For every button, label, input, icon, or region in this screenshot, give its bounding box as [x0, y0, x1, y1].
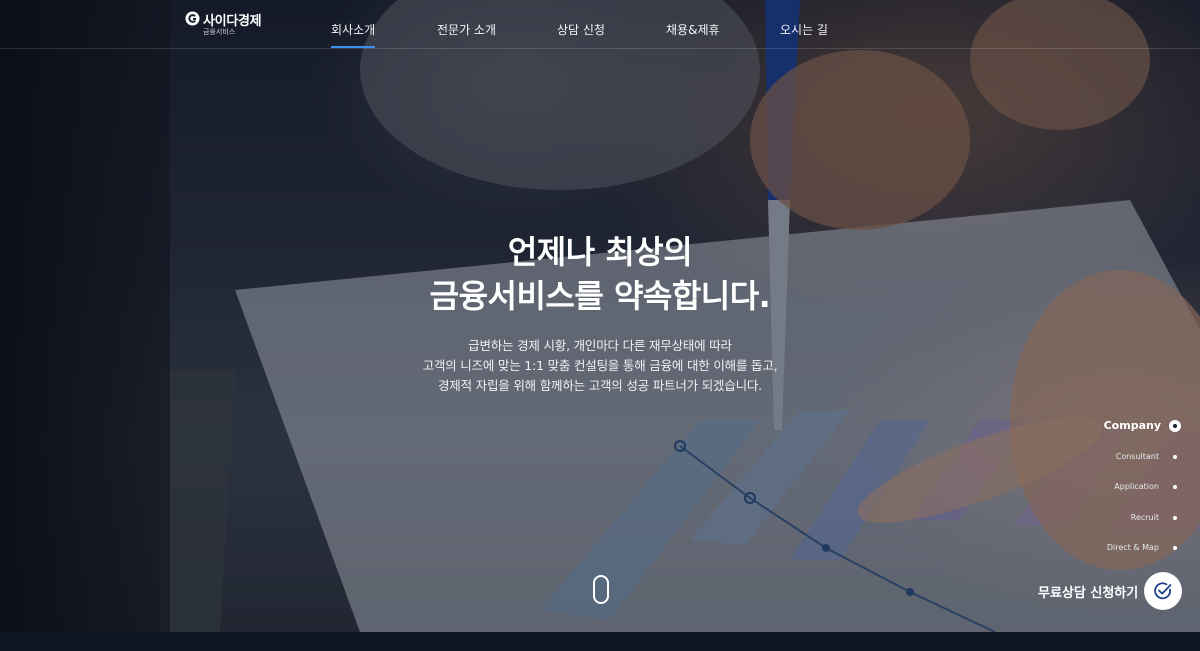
side-nav-item-company[interactable]: Company — [1104, 419, 1181, 432]
side-nav-label: Recruit — [1130, 513, 1159, 522]
footer-band — [0, 632, 1200, 651]
hero-headline-line-1: 언제나 최상의 — [507, 233, 693, 271]
hero-description-line-1: 급변하는 경제 시황, 개인마다 다른 재무상태에 따라 — [468, 338, 732, 353]
brand-subtitle: 금융서비스 — [203, 28, 236, 36]
nav-item-consultation[interactable]: 상담 신청 — [557, 0, 605, 48]
side-nav-item-direct-map[interactable]: Direct & Map — [1107, 543, 1177, 552]
nav-item-directions[interactable]: 오시는 길 — [780, 0, 828, 48]
hero-headline-line-2: 금융서비스를 약속합니다. — [429, 277, 771, 315]
active-dot-icon — [1169, 419, 1181, 432]
hero-section: 언제나 최상의 금융서비스를 약속합니다. 급변하는 경제 시황, 개인마다 다… — [0, 0, 1200, 632]
side-nav-label: Direct & Map — [1106, 543, 1159, 552]
nav-item-experts[interactable]: 전문가 소개 — [437, 0, 496, 48]
side-nav-item-application[interactable]: Application — [1114, 482, 1177, 491]
free-consultation-link[interactable]: 무료상담 신청하기 — [1038, 582, 1138, 601]
hero-description-line-2: 고객의 니즈에 맞는 1:1 맞춤 컨설팅을 통해 금융에 대한 이해를 돕고, — [422, 358, 778, 373]
dot-icon — [1173, 545, 1177, 550]
dot-icon — [1173, 484, 1177, 489]
side-nav-label: Application — [1114, 482, 1159, 491]
side-nav-label: Company — [1103, 419, 1161, 432]
nav-item-company[interactable]: 회사소개 — [331, 0, 376, 48]
side-nav-item-consultant[interactable]: Consultant — [1116, 452, 1177, 461]
hero-description-line-3: 경제적 자립을 위해 함께하는 고객의 성공 파트너가 되겠습니다. — [438, 378, 762, 393]
dot-icon — [1173, 454, 1177, 459]
logo-mark-icon — [185, 11, 200, 26]
free-consultation-button[interactable] — [1144, 572, 1182, 610]
side-nav-item-recruit[interactable]: Recruit — [1131, 513, 1177, 522]
site-header: 사이다경제 금융서비스 회사소개 전문가 소개 상담 신청 채용&제휴 오시는 … — [0, 0, 1200, 49]
check-circle-icon — [1154, 582, 1172, 600]
nav-item-recruit[interactable]: 채용&제휴 — [666, 0, 720, 48]
side-nav-label: Consultant — [1115, 452, 1159, 461]
dot-icon — [1173, 515, 1177, 520]
scroll-down-indicator[interactable] — [593, 575, 609, 604]
